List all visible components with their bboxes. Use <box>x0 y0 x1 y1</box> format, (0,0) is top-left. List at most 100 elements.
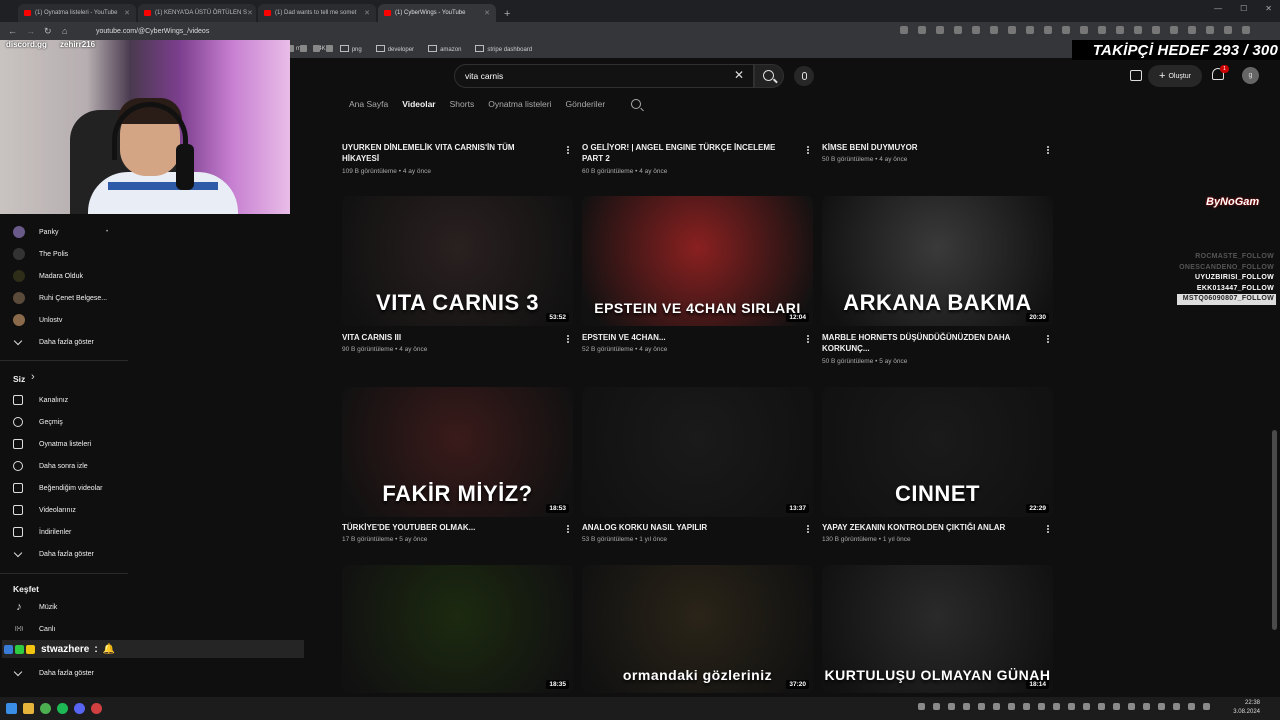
taskbar-clock[interactable]: 22:38 3.08.2024 <box>1233 699 1260 717</box>
close-tab-icon[interactable]: ✕ <box>124 9 130 17</box>
video-title[interactable]: VITA CARNIS III <box>342 332 552 343</box>
video-title[interactable]: ANALOG KORKU NASIL YAPILIR <box>582 522 792 533</box>
chevron-right-icon[interactable]: › <box>31 371 35 383</box>
browser-tab[interactable]: (1) CyberWings - YouTube ✕ <box>378 4 496 22</box>
sidebar-item-clock[interactable]: Daha sonra izle <box>0 456 128 476</box>
sidebar-item-subscription[interactable]: Madara Olduk <box>0 266 128 286</box>
close-tab-icon[interactable]: ✕ <box>364 9 370 17</box>
search-input[interactable]: vita carnis <box>454 64 754 88</box>
video-thumbnail[interactable]: 18:35 <box>342 565 573 693</box>
sidebar-item-subscription[interactable]: Ruhi Çenet Belgese... <box>0 288 128 308</box>
sidebar-item-subscription[interactable]: The Polis <box>0 244 128 264</box>
minimize-icon[interactable]: — <box>1214 4 1222 13</box>
bookmark-item[interactable]: png <box>340 45 362 53</box>
more-options-icon[interactable] <box>567 528 569 530</box>
video-title[interactable]: O GELİYOR! | ANGEL ENGINE TÜRKÇE İNCELEM… <box>582 142 792 164</box>
more-options-icon[interactable] <box>567 338 569 340</box>
close-tab-icon[interactable]: ✕ <box>247 9 253 17</box>
home-icon[interactable]: ⌂ <box>62 26 67 36</box>
video-meta: 53 B görüntüleme • 1 yıl önce <box>582 536 668 543</box>
more-options-icon[interactable] <box>567 149 569 151</box>
sidebar-item-playlist[interactable]: Oynatma listeleri <box>0 434 128 454</box>
sidebar-section-you[interactable]: Siz <box>13 374 25 384</box>
extension-icons[interactable] <box>900 26 1250 34</box>
close-window-icon[interactable]: ✕ <box>1265 4 1272 13</box>
sidebar-item-label: Canlı <box>39 625 56 633</box>
bookmark-item[interactable]: amazon <box>428 45 461 53</box>
clear-search-icon[interactable]: ✕ <box>734 68 744 82</box>
sidebar-item-download[interactable]: İndirilenler <box>0 522 128 542</box>
video-thumbnail[interactable]: EPSTEIN VE 4CHAN SIRLARI 12:04 <box>582 196 813 326</box>
sidebar-item-user-square[interactable]: Kanalınız <box>0 390 128 410</box>
sidebar-item-history[interactable]: Geçmiş <box>0 412 128 432</box>
history-icon <box>13 417 23 427</box>
video-thumbnail[interactable]: ARKANA BAKMA 20:30 <box>822 196 1053 326</box>
system-tray[interactable] <box>918 703 1210 710</box>
video-thumbnail[interactable]: VITA CARNIS 3 53:52 <box>342 196 573 326</box>
browser-tab[interactable]: (1) Oynatma listeleri - YouTube ✕ <box>18 4 136 22</box>
maximize-icon[interactable]: ☐ <box>1240 4 1247 13</box>
sidebar-item-thumbs-up[interactable]: Beğendiğim videolar <box>0 478 128 498</box>
voice-search-button[interactable] <box>794 66 814 86</box>
video-duration: 28:19 <box>1026 121 1049 130</box>
obs-icon[interactable] <box>91 703 102 714</box>
video-title[interactable]: YAPAY ZEKANIN KONTROLDEN ÇIKTIĞI ANLAR <box>822 522 1032 533</box>
discord-icon[interactable] <box>74 703 85 714</box>
channel-search-icon[interactable] <box>631 99 642 109</box>
divider <box>0 360 128 361</box>
file-explorer-icon[interactable] <box>23 703 34 714</box>
video-thumbnail[interactable]: CINNET 22:29 <box>822 387 1053 517</box>
video-thumbnail[interactable]: FAKİR MİYİZ? 18:53 <box>342 387 573 517</box>
more-options-icon[interactable] <box>807 338 809 340</box>
url-field[interactable]: youtube.com/@CyberWings_/videos <box>96 28 209 35</box>
tab-ana-sayfa[interactable]: Ana Sayfa <box>349 99 388 109</box>
tab-shorts[interactable]: Shorts <box>450 99 475 109</box>
video-meta: 52 B görüntüleme • 4 ay önce <box>582 346 668 353</box>
more-options-icon[interactable] <box>1047 338 1049 340</box>
sidebar-item-video[interactable]: Videolarınız <box>0 500 128 520</box>
video-thumbnail[interactable]: SESİNİ ÇALDI 28:19 <box>822 104 1053 134</box>
video-duration: 20:30 <box>1026 313 1049 322</box>
close-tab-icon[interactable]: ✕ <box>484 9 490 17</box>
video-title[interactable]: KİMSE BENİ DUYMUYOR <box>822 142 1032 153</box>
browser-tab[interactable]: (1) KENYA'DA ÜSTÜ ÖRTÜLEN S ✕ <box>138 4 256 22</box>
sidebar-item-subscription[interactable]: Unlostv <box>0 310 128 330</box>
video-title[interactable]: EPSTEIN VE 4CHAN... <box>582 332 792 343</box>
sidebar-item-live[interactable]: ((•)) Canlı <box>0 619 128 639</box>
bookmark-item[interactable]: stripe dashboard <box>475 45 532 53</box>
tab-videolar[interactable]: Videolar <box>402 99 435 109</box>
sidebar-item-music[interactable]: ♪ Müzik <box>0 597 128 617</box>
bookmark-item[interactable]: developer <box>376 45 414 53</box>
reload-icon[interactable]: ↻ <box>44 26 52 37</box>
new-tab-button[interactable]: + <box>504 8 510 20</box>
create-button[interactable]: + Oluştur <box>1148 65 1202 87</box>
tab-oynatma-listeleri[interactable]: Oynatma listeleri <box>488 99 551 109</box>
sidebar-show-more[interactable]: Daha fazla göster <box>0 663 128 683</box>
more-options-icon[interactable] <box>807 528 809 530</box>
forward-icon[interactable]: → <box>26 26 35 36</box>
windows-start-icon[interactable] <box>6 703 17 714</box>
sidebar-item-label: Daha fazla göster <box>39 550 94 558</box>
cast-icon[interactable] <box>1130 70 1142 81</box>
video-title[interactable]: UYURKEN DİNLEMELİK VITA CARNIS'İN TÜM Hİ… <box>342 142 552 164</box>
video-title[interactable]: TÜRKİYE'DE YOUTUBER OLMAK... <box>342 522 552 533</box>
chrome-icon[interactable] <box>40 703 51 714</box>
sidebar-item-subscription[interactable]: Panky • <box>0 222 128 242</box>
discord-label: discord.gg <box>6 40 47 49</box>
more-options-icon[interactable] <box>1047 528 1049 530</box>
browser-tab[interactable]: (1) Dad wants to tell me somet ✕ <box>258 4 376 22</box>
sidebar-show-more[interactable]: Daha fazla göster <box>0 544 128 564</box>
scrollbar[interactable] <box>1272 430 1277 630</box>
video-thumbnail[interactable]: ormandaki gözleriniz 37:20 <box>582 565 813 693</box>
spotify-icon[interactable] <box>57 703 68 714</box>
video-thumbnail[interactable]: KURTULUŞU OLMAYAN GÜNAH 18:14 <box>822 565 1053 693</box>
video-thumbnail[interactable]: 13:37 <box>582 387 813 517</box>
tab-gönderiler[interactable]: Gönderiler <box>566 99 606 109</box>
avatar[interactable]: g <box>1242 67 1259 84</box>
more-options-icon[interactable] <box>1047 149 1049 151</box>
more-options-icon[interactable] <box>807 149 809 151</box>
search-button[interactable] <box>754 64 784 88</box>
video-title[interactable]: MARBLE HORNETS DÜŞÜNDÜĞÜNÜZDEN DAHA KORK… <box>822 332 1032 354</box>
back-icon[interactable]: ← <box>8 26 17 36</box>
sidebar-show-more[interactable]: Daha fazla göster <box>0 332 128 352</box>
